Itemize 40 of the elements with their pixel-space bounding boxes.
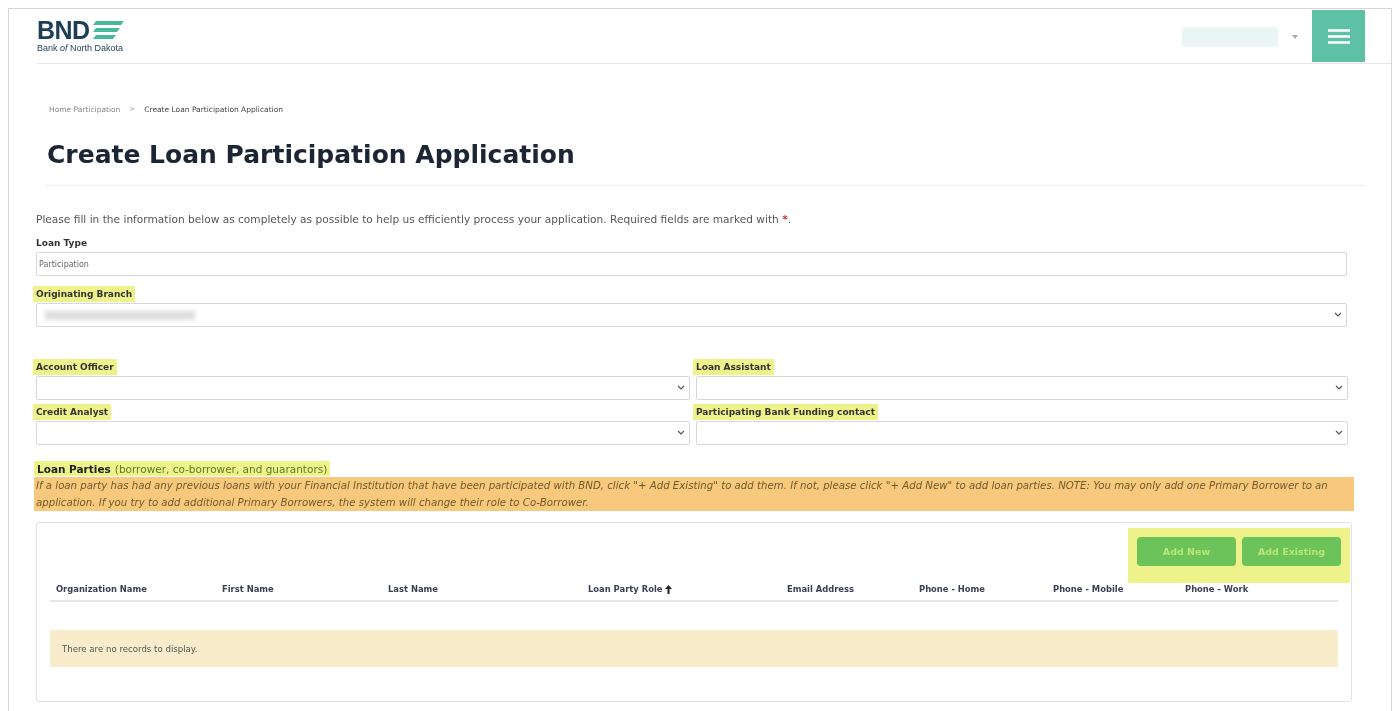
- menu-button[interactable]: [1312, 10, 1365, 62]
- field-label: Originating Branch: [33, 286, 136, 302]
- section-title: Loan Parties: [37, 463, 111, 475]
- column-header[interactable]: Email Address: [787, 584, 919, 594]
- select-field[interactable]: [36, 376, 690, 400]
- field-label: Credit Analyst: [33, 404, 112, 420]
- field-label: Loan Type: [35, 237, 89, 250]
- field-label: Participating Bank Funding contact: [693, 404, 878, 420]
- chevron-down-icon: [1334, 312, 1342, 318]
- column-header[interactable]: Last Name: [388, 584, 588, 594]
- column-header[interactable]: Loan Party Role: [588, 584, 787, 594]
- chevron-down-icon: [1335, 385, 1343, 391]
- select-field[interactable]: [36, 421, 690, 445]
- field-label: Account Officer: [33, 359, 117, 375]
- column-header[interactable]: Phone - Home: [919, 584, 1053, 594]
- column-header[interactable]: Phone - Mobile: [1053, 584, 1185, 594]
- column-header[interactable]: Phone - Work: [1185, 584, 1345, 594]
- intro-period: .: [787, 213, 792, 225]
- instructions-text: If a loan party has had any previous loans with your Financial Institution that have been participated with BND, click "+ Add Existing" to add them. If not, please click "+ Add New" to add loan parties. NOTE: You may only add one Primary Borrower to an application. If you try to add additional Primary Borrowers, the system will change their role to Co-Borrower.: [34, 477, 1354, 511]
- section-subtitle: (borrower, co-borrower, and guarantors): [114, 463, 328, 475]
- field-label: Loan Assistant: [693, 359, 774, 375]
- select-field[interactable]: [696, 421, 1348, 445]
- column-header[interactable]: Organization Name: [56, 584, 222, 594]
- logo-tagline: Bank of North Dakota: [37, 43, 124, 53]
- input-field[interactable]: Participation: [36, 252, 1347, 276]
- select-field[interactable]: [696, 376, 1348, 400]
- empty-message: There are no records to display.: [50, 630, 1338, 667]
- intro-text: Please fill in the information below as completely as possible to help us efficiently process your application. Required fields are marked with: [36, 213, 780, 225]
- logo-stripes-icon: [91, 20, 124, 40]
- logo-wordmark: BND: [37, 18, 90, 42]
- chevron-down-icon: [677, 385, 685, 391]
- column-header[interactable]: First Name: [222, 584, 388, 594]
- caret-icon: [1292, 35, 1298, 39]
- required-mark: *: [782, 213, 788, 225]
- select-field[interactable]: [36, 303, 1347, 327]
- chevron-down-icon: [1335, 430, 1343, 436]
- sort-up-icon: [665, 584, 673, 594]
- chevron-down-icon: [677, 430, 685, 436]
- menu-icon: [1327, 28, 1350, 44]
- page-title: Create Loan Participation Application: [47, 140, 576, 169]
